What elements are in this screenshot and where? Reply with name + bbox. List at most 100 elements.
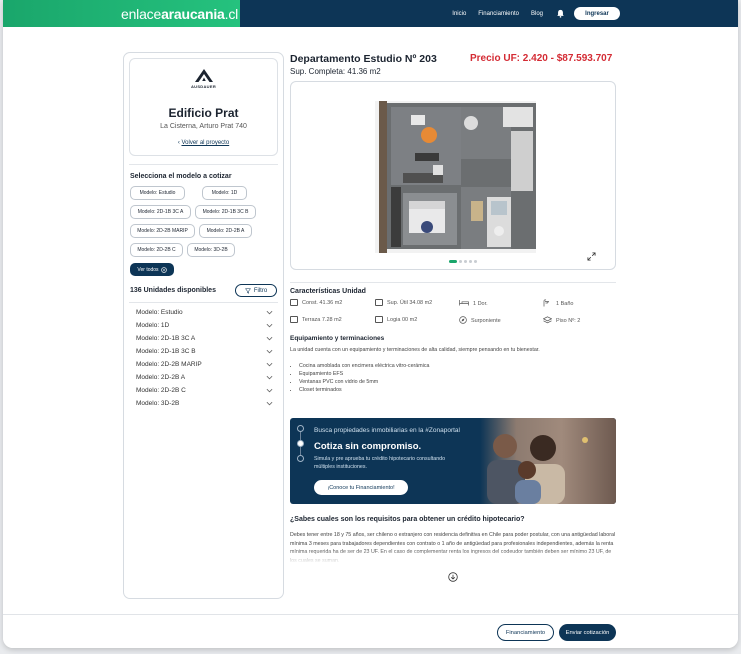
equipment-list: Cocina amoblada con encimera eléctrica v… xyxy=(299,362,429,394)
model-chip[interactable]: Modelo: 2D-1B 3C A xyxy=(130,205,191,219)
chevron-down-icon xyxy=(266,375,273,380)
unit-model-row[interactable]: Modelo: 3D-2B xyxy=(124,397,283,410)
feature-logia: Logia 00 m2 xyxy=(375,316,417,323)
unit-model-row[interactable]: Modelo: Estudio xyxy=(124,306,283,319)
banner-line1: Busca propiedades inmobiliarias en la #Z… xyxy=(314,427,460,434)
app-frame: enlacearaucania.cl Inicio Financiamiento… xyxy=(3,0,738,648)
area-icon xyxy=(290,299,298,306)
banner-headline: Cotiza sin compromiso. xyxy=(314,441,422,452)
logo[interactable]: enlacearaucania.cl xyxy=(3,0,240,27)
feature-useful-area: Sup. Útil 34.08 m2 xyxy=(375,299,432,306)
bell-icon[interactable] xyxy=(556,9,565,18)
financing-banner: Busca propiedades inmobiliarias en la #Z… xyxy=(290,418,616,504)
chevron-down-icon xyxy=(266,362,273,367)
models-title: Selecciona el modelo a cotizar xyxy=(130,173,232,180)
building-address: La Cisterna, Arturo Prat 740 xyxy=(160,123,247,130)
model-chip[interactable]: Modelo: 2D-2B C xyxy=(130,243,183,257)
chevron-down-icon xyxy=(266,336,273,341)
unit-model-row[interactable]: Modelo: 2D-2B MARIP xyxy=(124,358,283,371)
main-nav: Inicio Financiamiento Blog Ingresar xyxy=(240,0,738,27)
equipment-item: Ventanas PVC con vidrio de 5mm xyxy=(299,378,429,386)
model-chip[interactable]: Modelo: 2D-2B MARIP xyxy=(130,224,195,238)
slide-dot[interactable] xyxy=(449,260,457,263)
expand-more-icon[interactable] xyxy=(448,572,458,582)
divider xyxy=(129,302,278,303)
model-chip[interactable]: Modelo: 2D-2B A xyxy=(199,224,252,238)
terrace-icon xyxy=(290,316,298,323)
family-photo xyxy=(435,418,616,504)
unit-model-row[interactable]: Modelo: 2D-1B 3C A xyxy=(124,332,283,345)
chevron-down-icon xyxy=(266,310,273,315)
slide-dots xyxy=(449,260,477,263)
feature-bathrooms: 1 Baño xyxy=(543,299,573,309)
equipment-item: Cocina amoblada con encimera eléctrica v… xyxy=(299,362,429,370)
faq-title: ¿Sabes cuales son los requisitos para ob… xyxy=(290,516,525,523)
unit-title: Departamento Estudio Nº 203 xyxy=(290,53,437,65)
brand-mark-icon xyxy=(194,69,213,82)
plus-circle-icon xyxy=(160,266,167,273)
building-name: Edificio Prat xyxy=(168,106,239,120)
unit-model-row[interactable]: Modelo: 2D-2B C xyxy=(124,384,283,397)
top-header: enlacearaucania.cl Inicio Financiamiento… xyxy=(3,0,738,27)
units-count: 136 Unidades disponibles xyxy=(130,287,216,294)
step-dot xyxy=(297,425,304,432)
banner-body: Simula y pre aprueba tu crédito hipoteca… xyxy=(314,456,446,470)
filter-icon xyxy=(244,287,251,294)
financing-cta-button[interactable]: ¡Conoce tu Financiamiento! xyxy=(314,480,408,495)
send-quote-button[interactable]: Enviar cotización xyxy=(559,624,616,641)
unit-model-row[interactable]: Modelo: 2D-1B 3C B xyxy=(124,345,283,358)
unit-surface: Sup. Completa: 41.36 m2 xyxy=(290,67,381,76)
step-dot xyxy=(297,455,304,462)
nav-blog[interactable]: Blog xyxy=(531,11,543,17)
model-chip[interactable]: Modelo: 1D xyxy=(202,186,247,200)
units-header: 136 Unidades disponibles Filtro xyxy=(130,284,277,297)
unit-model-row[interactable]: Modelo: 1D xyxy=(124,319,283,332)
model-chip[interactable]: Modelo: 2D-1B 3C B xyxy=(195,205,256,219)
divider xyxy=(129,164,278,165)
brand-logo: AUSDAUER xyxy=(130,68,277,89)
model-chip[interactable]: Modelo: Estudio xyxy=(130,186,185,200)
chevron-down-icon xyxy=(266,401,273,406)
shower-icon xyxy=(543,299,552,309)
chevron-down-icon xyxy=(266,388,273,393)
model-chips: Modelo: Estudio Modelo: 1D Modelo: 2D-1B… xyxy=(130,186,280,257)
feature-built-area: Const. 41.36 m2 xyxy=(290,299,342,306)
floorplan-image xyxy=(375,101,536,253)
left-panel: AUSDAUER Edificio Prat La Cisterna, Artu… xyxy=(123,52,284,599)
financing-button[interactable]: Financiamiento xyxy=(497,624,554,641)
characteristics-title: Características Unidad xyxy=(290,288,366,295)
slide-dot[interactable] xyxy=(459,260,462,263)
nav-inicio[interactable]: Inicio xyxy=(452,11,466,17)
model-chip[interactable]: Modelo: 3D-2B xyxy=(187,243,235,257)
logia-icon xyxy=(375,316,383,323)
feature-terrace: Terraza 7.28 m2 xyxy=(290,316,342,323)
equipment-item: Equipamiento EFS xyxy=(299,370,429,378)
action-bar: Financiamiento Enviar cotización xyxy=(3,614,738,648)
chevron-down-icon xyxy=(266,323,273,328)
slide-dot[interactable] xyxy=(469,260,472,263)
compass-icon xyxy=(459,316,467,326)
login-button[interactable]: Ingresar xyxy=(574,7,620,20)
equipment-description: La unidad cuenta con un equipamiento y t… xyxy=(290,347,540,353)
chevron-down-icon xyxy=(266,349,273,354)
nav-financiamiento[interactable]: Financiamiento xyxy=(478,11,519,17)
unit-price: Precio UF: 2.420 - $87.593.707 xyxy=(470,53,613,64)
layers-icon xyxy=(542,316,553,326)
brand-name: AUSDAUER xyxy=(190,84,217,89)
see-all-button[interactable]: Ver todos xyxy=(130,263,174,276)
filter-button[interactable]: Filtro xyxy=(235,284,277,297)
unit-model-row[interactable]: Modelo: 2D-2B A xyxy=(124,371,283,384)
feature-floor: Piso Nº: 2 xyxy=(542,316,580,326)
equipment-title: Equipamiento y terminaciones xyxy=(290,335,385,342)
area-icon xyxy=(375,299,383,306)
floorplan-gallery xyxy=(290,81,616,270)
divider xyxy=(290,282,616,283)
feature-bedrooms: 1 Dor. xyxy=(459,299,488,308)
logo-text: enlacearaucania.cl xyxy=(121,5,239,22)
feature-orientation: Surponiente xyxy=(459,316,501,326)
check-icon xyxy=(297,440,304,447)
expand-icon[interactable] xyxy=(587,252,596,261)
back-to-project-link[interactable]: ‹ Volver al proyecto xyxy=(130,140,277,146)
slide-dot[interactable] xyxy=(464,260,467,263)
slide-dot[interactable] xyxy=(474,260,477,263)
